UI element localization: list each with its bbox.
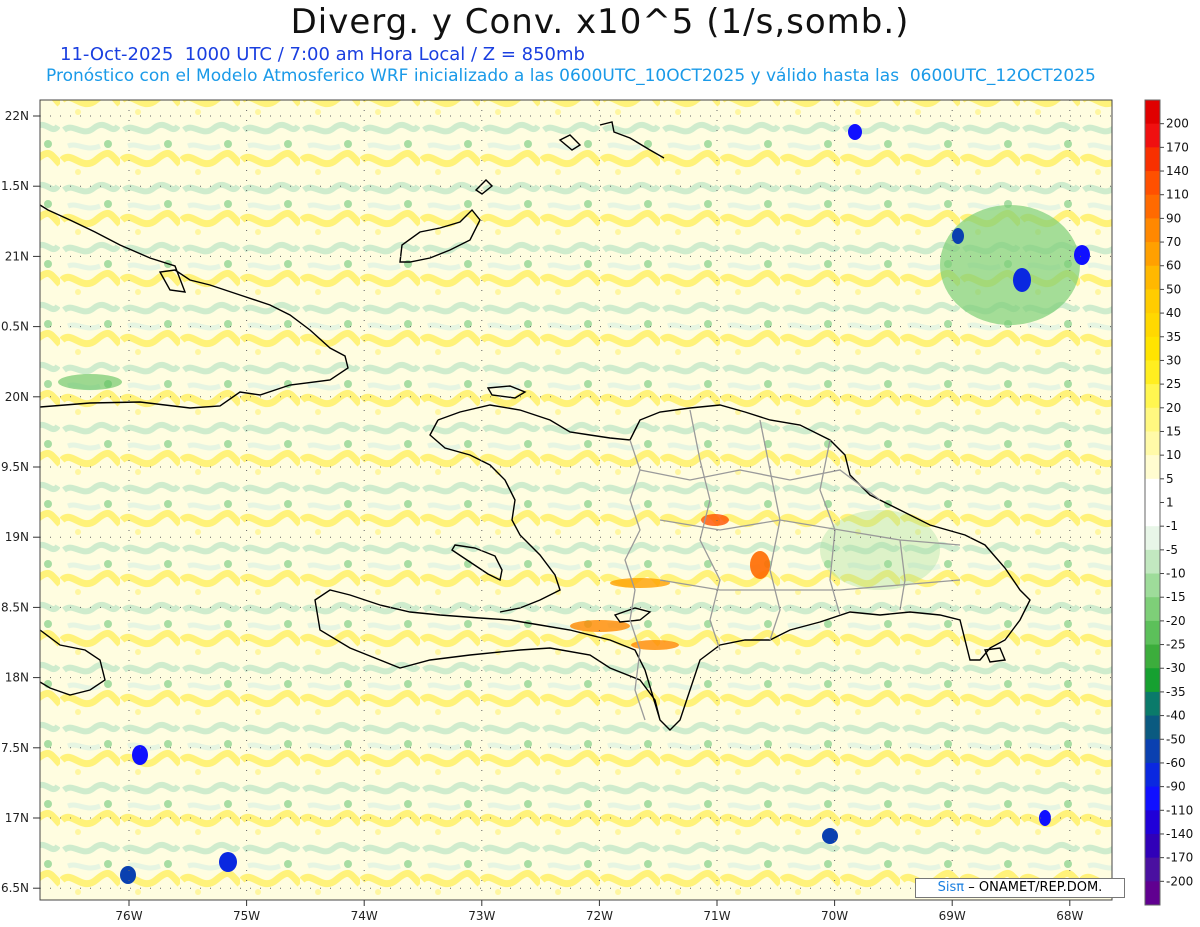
lat-tick-label: 7.5N [1, 741, 29, 755]
colorbar-segment [1145, 147, 1160, 172]
colorbar: 200 170 140 110 90 70 60 50 40 35 30 25 20 15 10 5 1 -1 -5… [1144, 99, 1193, 906]
colorbar-segment [1145, 171, 1160, 196]
colorbar-segment [1145, 360, 1160, 385]
colorbar-label: -5 [1166, 543, 1178, 557]
colorbar-label: -60 [1166, 756, 1186, 770]
lat-tick-label: 21N [5, 249, 29, 263]
lon-tick-label: 73W [468, 909, 495, 923]
colorbar-segment [1145, 881, 1160, 906]
lat-tick-label: 6.5N [1, 881, 29, 895]
colorbar-label: 110 [1166, 188, 1189, 202]
latitude-axis: 22N 1.5N 21N 0.5N 20N 9.5N 19N 8.5N 18N 7.5N 17N 6.… [1, 109, 40, 895]
lat-tick-label: 0.5N [1, 320, 29, 334]
colorbar-segment [1145, 668, 1160, 693]
longitude-axis: 76W 75W 74W 73W 72W 71W 70W 69W 68W [115, 900, 1083, 923]
colorbar-segment [1145, 123, 1160, 148]
colorbar-segment [1145, 455, 1160, 480]
lat-tick-label: 19N [5, 530, 29, 544]
colorbar-label: 1 [1166, 496, 1174, 510]
colorbar-label: 70 [1166, 235, 1181, 249]
colorbar-segment [1145, 620, 1160, 646]
lat-tick-label: 22N [5, 109, 29, 123]
colorbar-segment [1145, 502, 1160, 527]
credit-text: – ONAMET/REP.DOM. [968, 880, 1103, 895]
lat-tick-label: 20N [5, 390, 29, 404]
colorbar-segment [1145, 739, 1160, 764]
colorbar-label: -40 [1166, 709, 1186, 723]
lon-tick-label: 71W [703, 909, 730, 923]
colorbar-label: -30 [1166, 661, 1186, 675]
colorbar-label: -110 [1166, 803, 1193, 817]
lat-tick-label: 8.5N [1, 600, 29, 614]
colorbar-segment [1145, 265, 1160, 290]
colorbar-segment [1145, 289, 1160, 314]
colorbar-segment [1145, 762, 1160, 788]
divergence-field [40, 100, 1112, 900]
colorbar-segment [1145, 194, 1160, 219]
map-figure: 22N 1.5N 21N 0.5N 20N 9.5N 19N 8.5N 18N 7.5N 17N 6.… [1, 99, 1193, 923]
colorbar-label: 15 [1166, 424, 1181, 438]
colorbar-segment [1145, 644, 1160, 669]
colorbar-segment [1145, 431, 1160, 456]
colorbar-label: 200 [1166, 117, 1189, 131]
colorbar-segment [1145, 691, 1160, 717]
colorbar-segment [1145, 478, 1160, 503]
colorbar-label: -200 [1166, 874, 1193, 888]
colorbar-label: 35 [1166, 330, 1181, 344]
lat-tick-label: 17N [5, 811, 29, 825]
lon-tick-label: 68W [1056, 909, 1083, 923]
colorbar-segment [1145, 715, 1160, 740]
colorbar-segment [1145, 100, 1160, 125]
colorbar-segment [1145, 833, 1160, 859]
colorbar-segment [1145, 857, 1160, 882]
colorbar-segment [1145, 218, 1160, 243]
credit-box: Sisπ – ONAMET/REP.DOM. [915, 878, 1125, 898]
colorbar-segment [1145, 549, 1160, 575]
colorbar-label: -10 [1166, 567, 1186, 581]
colorbar-segment [1145, 526, 1160, 551]
colorbar-label: -25 [1166, 638, 1186, 652]
lon-tick-label: 72W [586, 909, 613, 923]
colorbar-label: -35 [1166, 685, 1186, 699]
colorbar-segment [1145, 313, 1160, 338]
colorbar-label: 40 [1166, 306, 1181, 320]
colorbar-segment [1145, 810, 1160, 835]
colorbar-label: 10 [1166, 448, 1181, 462]
colorbar-label: 20 [1166, 401, 1181, 415]
colorbar-label: 140 [1166, 164, 1189, 178]
lon-tick-label: 70W [821, 909, 848, 923]
lat-tick-label: 1.5N [1, 179, 29, 193]
lon-tick-label: 74W [351, 909, 378, 923]
colorbar-label: -50 [1166, 732, 1186, 746]
lat-tick-label: 9.5N [1, 460, 29, 474]
colorbar-segment [1145, 384, 1160, 409]
colorbar-label: 30 [1166, 353, 1181, 367]
colorbar-label: -140 [1166, 827, 1193, 841]
colorbar-label: -1 [1166, 519, 1178, 533]
colorbar-segment [1145, 597, 1160, 622]
colorbar-label: 25 [1166, 377, 1181, 391]
colorbar-label: 50 [1166, 282, 1181, 296]
lon-tick-label: 75W [233, 909, 260, 923]
lon-tick-label: 69W [939, 909, 966, 923]
colorbar-label: -90 [1166, 780, 1186, 794]
colorbar-segment [1145, 786, 1160, 811]
colorbar-label: -20 [1166, 614, 1186, 628]
lat-tick-label: 18N [5, 671, 29, 685]
colorbar-segment [1145, 407, 1160, 432]
sispi-logo: Sisπ [937, 880, 965, 895]
colorbar-label: 5 [1166, 472, 1174, 486]
colorbar-label: 60 [1166, 259, 1181, 273]
colorbar-segment [1145, 242, 1160, 267]
lon-tick-label: 76W [115, 909, 142, 923]
colorbar-segment [1145, 573, 1160, 598]
colorbar-label: 90 [1166, 211, 1181, 225]
colorbar-label: -170 [1166, 851, 1193, 865]
colorbar-segment [1145, 336, 1160, 361]
colorbar-label: 170 [1166, 140, 1189, 154]
colorbar-label: -15 [1166, 590, 1186, 604]
